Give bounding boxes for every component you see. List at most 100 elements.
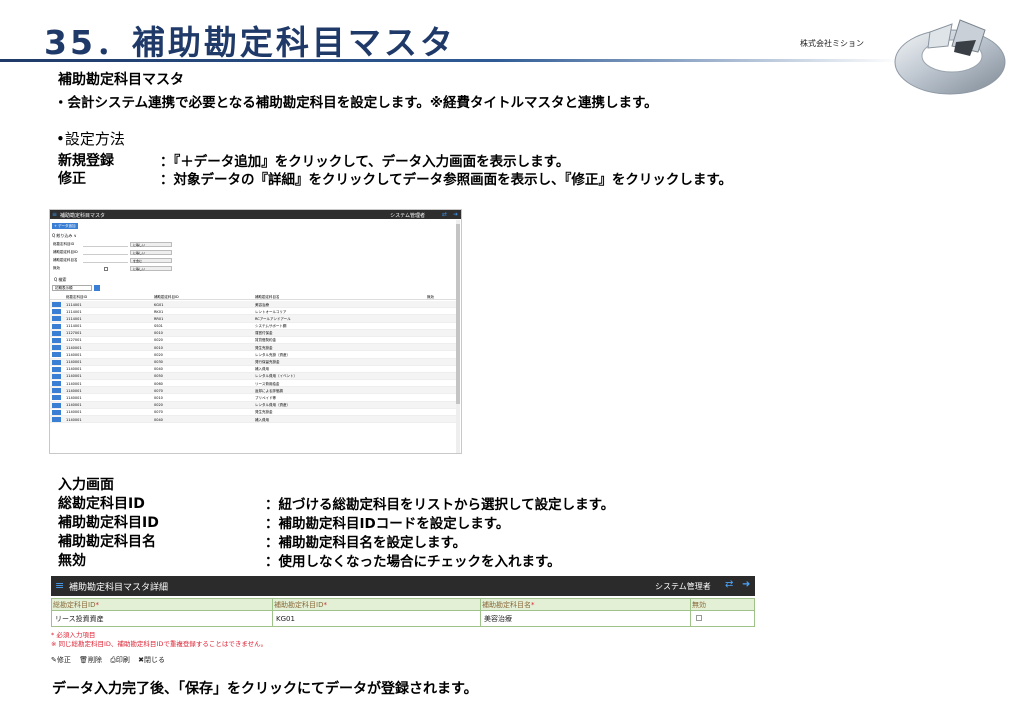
detail-col-invalid: 無効: [690, 598, 755, 611]
detail-button[interactable]: [52, 402, 61, 408]
detail-button[interactable]: [52, 417, 61, 422]
filter-op-account[interactable]: に等しい: [130, 242, 172, 247]
detail-button-bar: ✎修正 🗑削除 ⎙印刷 ✖閉じる: [51, 655, 171, 667]
cell-sub-name: 発生売掛金: [255, 410, 273, 415]
detail-screen-screenshot: ≡ 補助勘定科目マスタ詳細 システム管理者 ⇄ ➜ 総勘定科目ID* 補助勘定科…: [51, 576, 755, 652]
logout-icon[interactable]: ➜: [742, 579, 750, 590]
filter-input-subid[interactable]: [83, 250, 128, 255]
detail-button[interactable]: [52, 359, 61, 365]
cell-sub-id: 0020: [154, 403, 163, 408]
list-table-header: 総勘定科目ID 補助勘定科目ID 補助勘定科目名 無効: [50, 294, 456, 300]
table-row: 1140001 0040 補入費用: [50, 366, 456, 373]
col-account-id[interactable]: 総勘定科目ID: [66, 295, 87, 300]
table-row: 1140001 0050 レンタル費用（イベント）: [50, 372, 456, 381]
list-scrollbar-thumb[interactable]: [456, 224, 460, 404]
print-button[interactable]: ⎙印刷: [110, 655, 130, 665]
cell-sub-name: 発生売掛金: [255, 345, 273, 350]
duplicate-note: ※ 同じ総勘定科目ID、補助勘定科目IDで重複登録することはできません。: [51, 640, 268, 648]
cell-sub-id: 0040: [154, 367, 163, 372]
sort-apply-button[interactable]: [94, 285, 100, 291]
edit-button[interactable]: ✎修正: [51, 655, 71, 665]
list-title: 補助勘定科目マスタ: [60, 213, 106, 219]
table-row: 1140001 0070 発生売掛金: [50, 409, 456, 416]
table-row: 1140001 0060 リース費用給金: [50, 380, 456, 388]
table-row: 1114001 RK01 レントオールコリア: [50, 308, 456, 316]
menu-icon[interactable]: ≡: [52, 211, 57, 218]
table-row: 1127001 0020 賃貸借契約金: [50, 337, 456, 345]
cell-sub-name: RCアールアンドアール: [255, 316, 291, 321]
detail-button[interactable]: [52, 373, 61, 379]
settings-desc-edit: ：対象データの『詳細』をクリックしてデータ参照画面を表示し、『修正』をクリックし…: [160, 172, 732, 188]
col-invalid[interactable]: 無効: [427, 295, 434, 300]
cell-sub-id: 0030: [154, 360, 163, 364]
filter-op-subname[interactable]: を含む: [130, 258, 172, 263]
cell-sub-id: 0010: [154, 395, 163, 400]
detail-table: 総勘定科目ID* 補助勘定科目ID* 補助勘定科目名* 無効 リース投資資産 K…: [51, 598, 755, 627]
filter-input-account[interactable]: [83, 242, 128, 247]
detail-button[interactable]: [52, 381, 61, 387]
detail-button[interactable]: [52, 388, 61, 394]
filter-checkbox-invalid[interactable]: [104, 267, 108, 271]
detail-button[interactable]: [52, 366, 61, 372]
cell-account-id: 1114001: [66, 309, 82, 314]
detail-button[interactable]: [52, 337, 61, 343]
switch-icon[interactable]: ⇄: [725, 579, 733, 590]
table-row: 1127001 0010 運営付保金: [50, 329, 456, 337]
cell-sub-name: リース費用給金: [255, 381, 280, 386]
logout-icon[interactable]: ➜: [453, 211, 458, 218]
detail-button[interactable]: [52, 302, 61, 307]
cell-sub-id: 0070: [154, 388, 163, 393]
detail-button[interactable]: [52, 395, 61, 401]
cell-sub-name: レンタル費用（イベント）: [255, 374, 297, 379]
cell-sub-id: SS01: [154, 324, 163, 329]
filter-input-subname[interactable]: [83, 258, 128, 263]
detail-button[interactable]: [52, 345, 61, 351]
search-button[interactable]: Q 検索: [54, 277, 66, 283]
input-desc-sub-name: ：補助勘定科目名を設定します。: [265, 535, 467, 551]
filter-toggle[interactable]: Q 絞り込み ∨: [52, 233, 77, 239]
cell-account-id: 1140001: [66, 417, 82, 422]
filter-op-subid[interactable]: に等しい: [130, 250, 172, 255]
filter-label-subid: 補助勘定科目ID: [53, 250, 78, 254]
cell-sub-id: 0020: [154, 352, 163, 357]
detail-value-invalid: [690, 610, 755, 627]
detail-button[interactable]: [52, 352, 61, 358]
input-label-sub-id: 補助勘定科目ID: [58, 515, 159, 531]
cell-sub-name: 返却による評価損: [255, 388, 283, 393]
cell-sub-name: システムサポート鋼: [255, 324, 287, 329]
cell-account-id: 1140001: [66, 352, 82, 357]
delete-button[interactable]: 🗑削除: [79, 655, 102, 665]
detail-titlebar: ≡ 補助勘定科目マスタ詳細 システム管理者 ⇄ ➜: [51, 576, 755, 596]
detail-button[interactable]: [52, 323, 61, 329]
table-row: 1140001 0010 発生売掛金: [50, 344, 456, 352]
cell-sub-name: 賃貸借契約金: [255, 338, 276, 343]
col-sub-name[interactable]: 補助勘定科目名: [255, 295, 280, 300]
close-button[interactable]: ✖閉じる: [138, 655, 165, 665]
cell-sub-id: 0020: [154, 338, 163, 343]
sort-select[interactable]: 初期表示順: [52, 285, 92, 291]
input-label-account-id: 総勘定科目ID: [58, 496, 145, 512]
menu-icon[interactable]: ≡: [55, 579, 64, 592]
col-sub-id[interactable]: 補助勘定科目ID: [154, 295, 179, 300]
settings-desc-new: ：『＋データ追加』をクリックして、データ入力画面を表示します。: [160, 154, 570, 170]
filter-op-invalid[interactable]: に等しい: [130, 266, 172, 271]
switch-icon[interactable]: ⇄: [442, 211, 447, 218]
page-title: 35．補助勘定科目マスタ: [44, 23, 456, 62]
trash-icon: 🗑: [79, 656, 88, 664]
cell-sub-name: レンタル売掛（資産）: [255, 352, 290, 357]
cell-account-id: 1140001: [66, 410, 82, 415]
cell-sub-id: 0050: [154, 374, 163, 379]
cell-account-id: 1140001: [66, 388, 82, 393]
table-row: 1140001 0070 返却による評価損: [50, 387, 456, 395]
detail-button[interactable]: [52, 316, 61, 322]
detail-button[interactable]: [52, 330, 61, 336]
cell-account-id: 1114001: [66, 316, 82, 321]
table-row: 1140001 0010 プリペイド等: [50, 394, 456, 402]
detail-button[interactable]: [52, 409, 61, 415]
detail-button[interactable]: [52, 309, 61, 315]
cell-sub-name: 運営付保金: [255, 331, 273, 336]
add-data-button[interactable]: + データ追加: [52, 223, 78, 229]
cell-sub-id: 0070: [154, 410, 163, 415]
cell-sub-name: プリペイド等: [255, 395, 276, 400]
invalid-checkbox[interactable]: [696, 614, 702, 621]
